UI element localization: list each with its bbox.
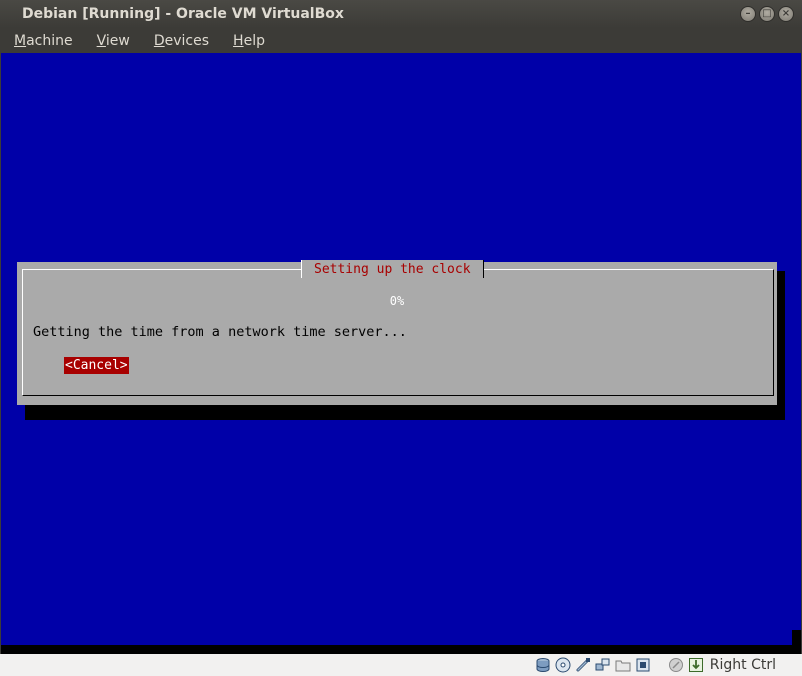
dialog-message: Getting the time from a network time ser…: [33, 324, 407, 340]
menu-devices[interactable]: Devices: [140, 33, 219, 49]
window-titlebar[interactable]: Debian [Running] - Oracle VM VirtualBox …: [0, 0, 802, 28]
video-capture-icon[interactable]: [635, 657, 652, 674]
menu-bar: Machine View Devices Help: [0, 28, 802, 53]
minimize-icon[interactable]: –: [740, 6, 756, 22]
usb-icon[interactable]: [575, 657, 592, 674]
keyboard-capture-icon[interactable]: [688, 657, 705, 674]
window-title: Debian [Running] - Oracle VM VirtualBox: [22, 6, 344, 22]
menu-view[interactable]: View: [83, 33, 140, 49]
optical-drive-icon[interactable]: [555, 657, 572, 674]
status-bar: Right Ctrl: [0, 654, 802, 676]
window-controls: – □ ×: [740, 6, 794, 22]
progress-label: 0%: [389, 294, 405, 308]
mouse-integration-icon[interactable]: [668, 657, 685, 674]
host-key-label: Right Ctrl: [709, 657, 776, 673]
maximize-icon[interactable]: □: [759, 6, 775, 22]
menu-help[interactable]: Help: [219, 33, 275, 49]
network-icon[interactable]: [595, 657, 612, 674]
vm-display-border: [792, 630, 801, 654]
hard-disk-icon[interactable]: [535, 657, 552, 674]
cancel-button[interactable]: <Cancel>: [64, 357, 129, 374]
menu-machine[interactable]: Machine: [0, 33, 83, 49]
vm-display-border: [1, 645, 793, 654]
dialog-title: Setting up the clock: [301, 260, 484, 278]
close-icon[interactable]: ×: [778, 6, 794, 22]
shared-folders-icon[interactable]: [615, 657, 632, 674]
progress-bar: 0%: [33, 293, 761, 309]
